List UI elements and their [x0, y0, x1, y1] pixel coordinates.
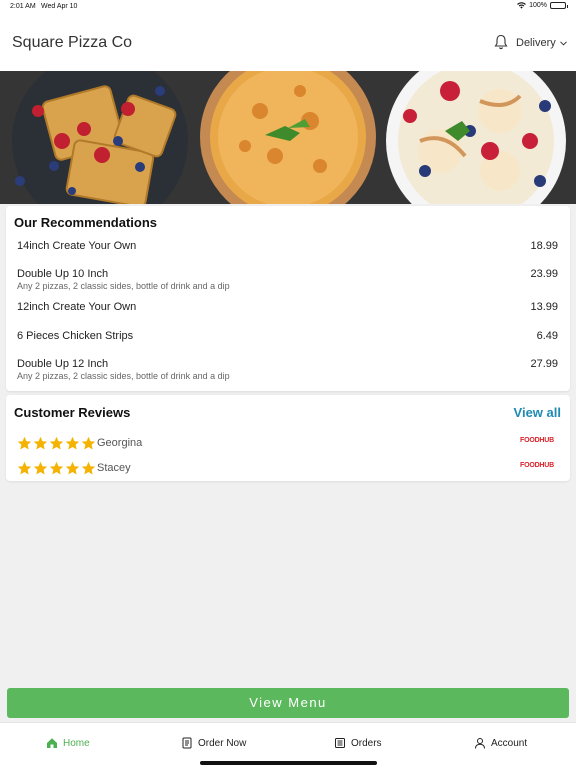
- item-name: Double Up 10 Inch: [17, 268, 109, 280]
- tab-order-now[interactable]: Order Now: [181, 737, 246, 749]
- food-banner-image: [0, 71, 576, 204]
- orders-icon: [335, 738, 345, 748]
- review-row: Georgina FOODHUB: [17, 436, 554, 452]
- list-item[interactable]: Double Up 12 Inch Any 2 pizzas, 2 classi…: [17, 358, 558, 381]
- tab-orders[interactable]: Orders: [334, 737, 382, 749]
- item-name: Double Up 12 Inch: [17, 358, 109, 370]
- item-price: 13.99: [530, 301, 558, 313]
- recommendations-title: Our Recommendations: [14, 215, 158, 230]
- hero-banner: [0, 71, 576, 204]
- item-description: Any 2 pizzas, 2 classic sides, bottle of…: [17, 371, 230, 381]
- foodhub-logo: FOODHUB: [520, 437, 554, 444]
- home-indicator: [200, 761, 377, 765]
- item-price: 27.99: [530, 358, 558, 370]
- view-all-link[interactable]: View all: [514, 405, 561, 420]
- reviewer-name: Stacey: [97, 462, 131, 474]
- account-icon: [475, 738, 485, 749]
- list-item[interactable]: 6 Pieces Chicken Strips 6.49: [17, 330, 558, 342]
- star-icon: [17, 461, 32, 475]
- app-header: Square Pizza Co Delivery: [0, 14, 576, 71]
- tab-label: Order Now: [198, 737, 247, 749]
- star-icon: [65, 436, 80, 450]
- reviews-card: Customer Reviews View all Georgina FOODH…: [6, 395, 570, 481]
- list-item[interactable]: 14inch Create Your Own 18.99: [17, 240, 558, 252]
- home-icon: [47, 738, 57, 748]
- reviews-title: Customer Reviews: [14, 405, 131, 420]
- star-rating: [17, 436, 96, 451]
- app-title: Square Pizza Co: [12, 34, 133, 51]
- delivery-label: Delivery: [516, 37, 556, 49]
- status-bar: 2:01 AM Wed Apr 10 100%: [0, 0, 576, 14]
- status-time: 2:01 AM: [10, 3, 36, 10]
- wifi-icon: [517, 2, 526, 9]
- star-icon: [17, 436, 32, 450]
- recommendations-card: Our Recommendations 14inch Create Your O…: [6, 206, 570, 391]
- item-name: 14inch Create Your Own: [17, 240, 137, 252]
- battery-percent: 100%: [529, 2, 547, 9]
- status-date: Wed Apr 10: [41, 3, 78, 10]
- list-item[interactable]: Double Up 10 Inch Any 2 pizzas, 2 classi…: [17, 268, 558, 291]
- battery-icon: [550, 2, 568, 9]
- delivery-selector[interactable]: Delivery: [516, 37, 567, 49]
- item-name: 12inch Create Your Own: [17, 301, 137, 313]
- star-icon: [49, 461, 64, 475]
- item-name: 6 Pieces Chicken Strips: [17, 330, 134, 342]
- item-price: 6.49: [536, 330, 558, 342]
- tab-account[interactable]: Account: [474, 737, 527, 749]
- view-menu-button[interactable]: View Menu: [7, 688, 569, 718]
- item-price: 18.99: [530, 240, 558, 252]
- star-icon: [81, 436, 96, 450]
- chevron-down-icon: [559, 40, 567, 46]
- item-description: Any 2 pizzas, 2 classic sides, bottle of…: [17, 281, 230, 291]
- bell-icon[interactable]: [494, 34, 508, 50]
- order-icon: [182, 737, 192, 749]
- review-row: Stacey FOODHUB: [17, 461, 554, 477]
- star-icon: [81, 461, 96, 475]
- foodhub-logo: FOODHUB: [520, 462, 554, 469]
- tab-label: Account: [491, 737, 528, 749]
- tab-label: Orders: [351, 737, 382, 749]
- star-icon: [65, 461, 80, 475]
- tab-home[interactable]: Home: [46, 737, 90, 749]
- star-rating: [17, 461, 96, 476]
- tab-label: Home: [63, 737, 90, 749]
- item-price: 23.99: [530, 268, 558, 280]
- list-item[interactable]: 12inch Create Your Own 13.99: [17, 301, 558, 313]
- star-icon: [49, 436, 64, 450]
- star-icon: [33, 461, 48, 475]
- status-right: 100%: [517, 2, 568, 9]
- star-icon: [33, 436, 48, 450]
- reviewer-name: Georgina: [97, 437, 143, 449]
